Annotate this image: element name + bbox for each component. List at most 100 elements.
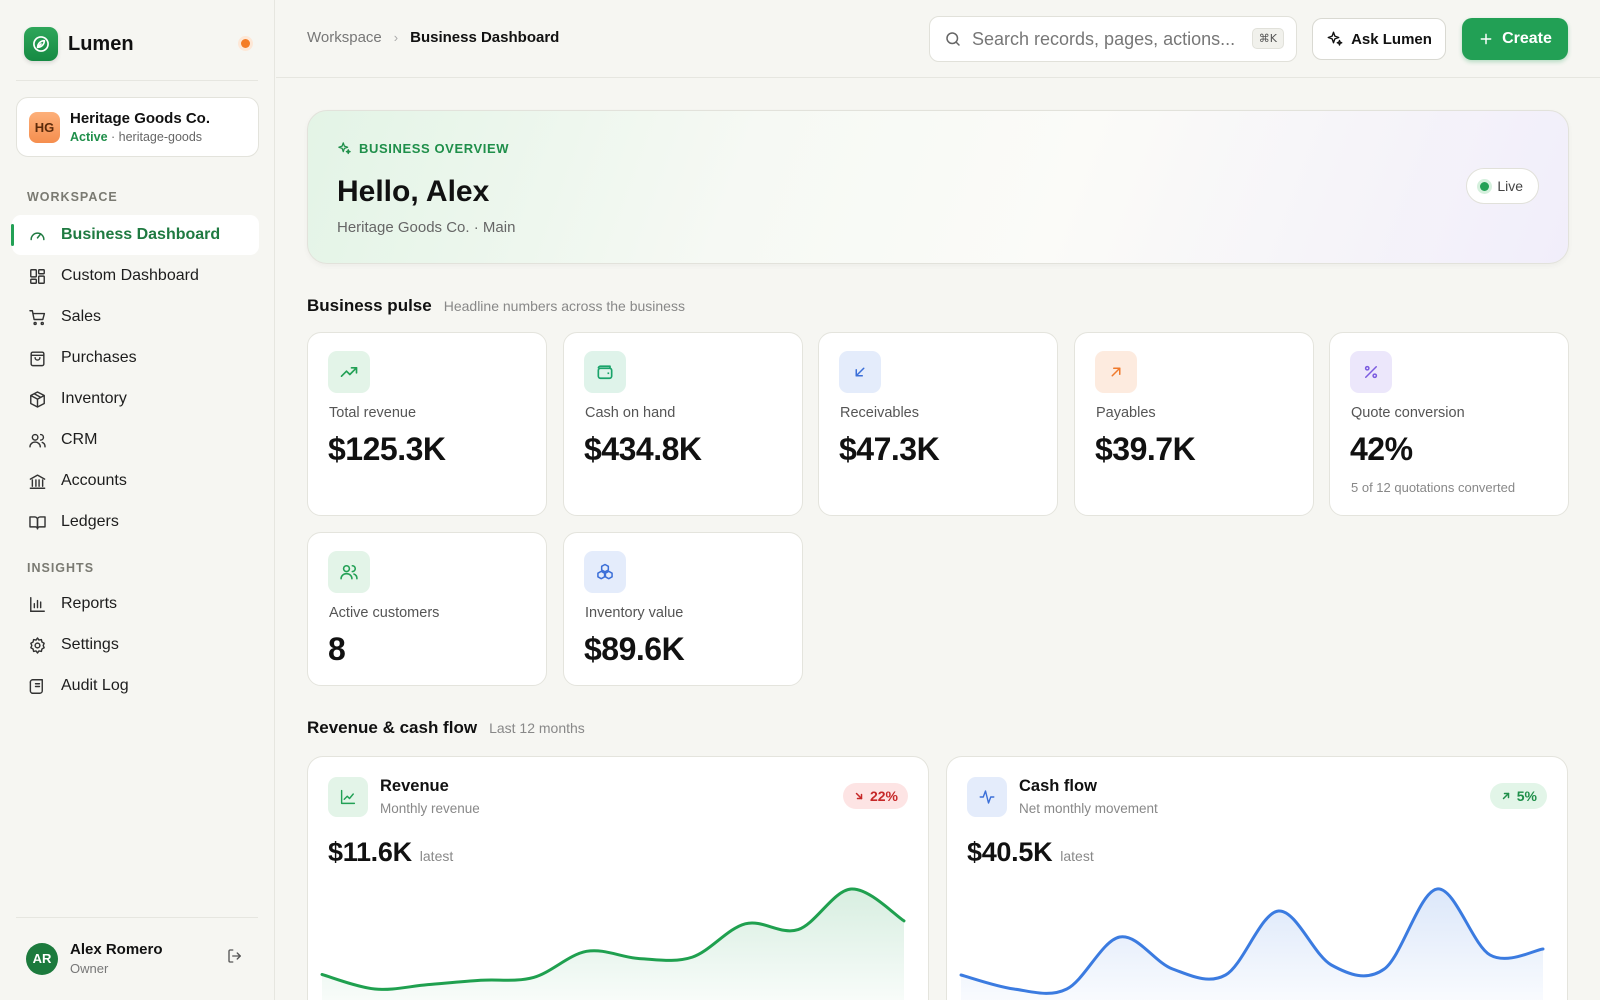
kpi-card-receivables[interactable]: Receivables $47.3K [818, 332, 1058, 516]
search-box[interactable]: ⌘K [929, 16, 1297, 62]
divider [16, 80, 258, 81]
line-chart-icon [328, 777, 368, 817]
kpi-label: Active customers [329, 605, 440, 621]
gear-icon [27, 635, 47, 655]
overview-hero: BUSINESS OVERVIEW Hello, Alex Heritage G… [307, 110, 1569, 264]
kpi-value: $434.8K [584, 431, 702, 467]
sidebar-item-business-dashboard[interactable]: Business Dashboard [11, 215, 259, 255]
box-icon [27, 389, 47, 409]
sidebar-item-custom-dashboard[interactable]: Custom Dashboard [12, 256, 259, 296]
revenue-chart-card[interactable]: Revenue Monthly revenue 22% $11.6K lates… [307, 756, 929, 1000]
sidebar-item-sales[interactable]: Sales [12, 297, 259, 337]
plus-icon [1478, 31, 1494, 47]
kpi-card-total-revenue[interactable]: Total revenue $125.3K [307, 332, 547, 516]
sidebar-item-label: Sales [61, 308, 102, 325]
bag-icon [27, 348, 47, 368]
sidebar-item-purchases[interactable]: Purchases [12, 338, 259, 378]
user-profile[interactable]: AR Alex Romero Owner [26, 941, 251, 976]
latest-value: $40.5K [967, 837, 1053, 867]
search-shortcut: ⌘K [1251, 28, 1284, 49]
chart-subtitle: Net monthly movement [1019, 801, 1158, 816]
kpi-label: Cash on hand [585, 405, 676, 421]
cart-icon [27, 307, 47, 327]
grid-icon [27, 266, 47, 286]
sidebar-item-label: Ledgers [61, 513, 119, 530]
kpi-label: Inventory value [585, 605, 684, 621]
hero-eyebrow-text: BUSINESS OVERVIEW [359, 141, 510, 156]
kpi-label: Payables [1096, 405, 1156, 421]
breadcrumb: Workspace › Business Dashboard [307, 29, 559, 46]
kpi-card-cash-on-hand[interactable]: Cash on hand $434.8K [563, 332, 803, 516]
sidebar-item-label: Accounts [61, 472, 127, 489]
arrow-down-left-icon [839, 351, 881, 393]
book-icon [27, 512, 47, 532]
latest-label: latest [419, 848, 454, 864]
chart-latest: $40.5K latest [967, 837, 1094, 868]
sidebar-item-label: Custom Dashboard [61, 267, 199, 284]
kpi-card-inventory-value[interactable]: Inventory value $89.6K [563, 532, 803, 686]
kpi-value: $39.7K [1095, 431, 1196, 467]
arrow-down-right-icon [853, 790, 865, 802]
boxes-icon [584, 551, 626, 593]
activity-icon [967, 777, 1007, 817]
kpi-label: Total revenue [329, 405, 417, 421]
kpi-card-quote-conversion[interactable]: Quote conversion 42% 5 of 12 quotations … [1329, 332, 1569, 516]
avatar: AR [26, 942, 58, 975]
chart-title: Revenue [380, 777, 449, 795]
sidebar-item-ledgers[interactable]: Ledgers [12, 502, 259, 542]
sidebar-item-label: Inventory [61, 390, 127, 407]
kpi-label: Quote conversion [1351, 405, 1465, 421]
sparkles-icon [1326, 30, 1344, 48]
sidebar: Lumen HG Heritage Goods Co. Active · her… [0, 0, 275, 1000]
section-title: Revenue & cash flow [307, 718, 478, 737]
arrow-up-right-icon [1095, 351, 1137, 393]
create-button[interactable]: Create [1462, 18, 1568, 60]
create-label: Create [1502, 30, 1552, 47]
kpi-value: $125.3K [328, 431, 446, 467]
topbar: Workspace › Business Dashboard ⌘K Ask Lu… [276, 0, 1600, 78]
kpi-value: $47.3K [839, 431, 940, 467]
sidebar-item-accounts[interactable]: Accounts [12, 461, 259, 501]
change-value: 5% [1516, 788, 1537, 804]
breadcrumb-workspace[interactable]: Workspace [307, 29, 382, 46]
org-name: Heritage Goods Co. [70, 110, 211, 127]
brand[interactable]: Lumen [24, 27, 134, 61]
sidebar-item-label: Audit Log [61, 677, 129, 694]
sidebar-item-audit-log[interactable]: Audit Log [12, 666, 259, 706]
revenue-sparkline [320, 887, 906, 1000]
latest-value: $11.6K [328, 837, 412, 867]
section-subtitle: Last 12 months [489, 720, 585, 736]
sidebar-item-label: Purchases [61, 349, 137, 366]
logout-icon[interactable] [226, 947, 244, 970]
search-icon [944, 30, 962, 48]
wallet-icon [584, 351, 626, 393]
ask-lumen-button[interactable]: Ask Lumen [1312, 18, 1446, 60]
sidebar-item-settings[interactable]: Settings [12, 625, 259, 665]
cash-flow-chart-card[interactable]: Cash flow Net monthly movement 5% $40.5K… [946, 756, 1568, 1000]
live-dot [1480, 181, 1490, 191]
user-role: Owner [70, 961, 109, 976]
org-switcher[interactable]: HG Heritage Goods Co. Active · heritage-… [16, 97, 259, 157]
kpi-card-active-customers[interactable]: Active customers 8 [307, 532, 547, 686]
sidebar-item-reports[interactable]: Reports [12, 584, 259, 624]
hero-eyebrow: BUSINESS OVERVIEW [337, 141, 509, 156]
kpi-note: 5 of 12 quotations converted [1351, 480, 1516, 495]
sidebar-item-crm[interactable]: CRM [12, 420, 259, 460]
page-title: Hello, Alex [337, 175, 490, 208]
org-avatar: HG [29, 111, 60, 143]
chevron-right-icon: › [393, 30, 399, 45]
pulse-header: Business pulse Headline numbers across t… [307, 296, 685, 316]
flow-header: Revenue & cash flow Last 12 months [307, 718, 585, 738]
org-meta: Active · heritage-goods [70, 130, 210, 144]
users-icon [328, 551, 370, 593]
kpi-value: 42% [1350, 431, 1413, 467]
kpi-label: Receivables [840, 405, 919, 421]
kpi-card-payables[interactable]: Payables $39.7K [1074, 332, 1314, 516]
search-input[interactable] [972, 28, 1247, 50]
live-status-badge: Live [1466, 168, 1539, 204]
notification-dot[interactable] [241, 39, 250, 48]
sidebar-item-inventory[interactable]: Inventory [12, 379, 259, 419]
org-status: Active [70, 130, 108, 144]
chart-subtitle: Monthly revenue [380, 801, 480, 816]
workspace-nav: Business Dashboard Custom Dashboard Sale… [11, 215, 259, 543]
